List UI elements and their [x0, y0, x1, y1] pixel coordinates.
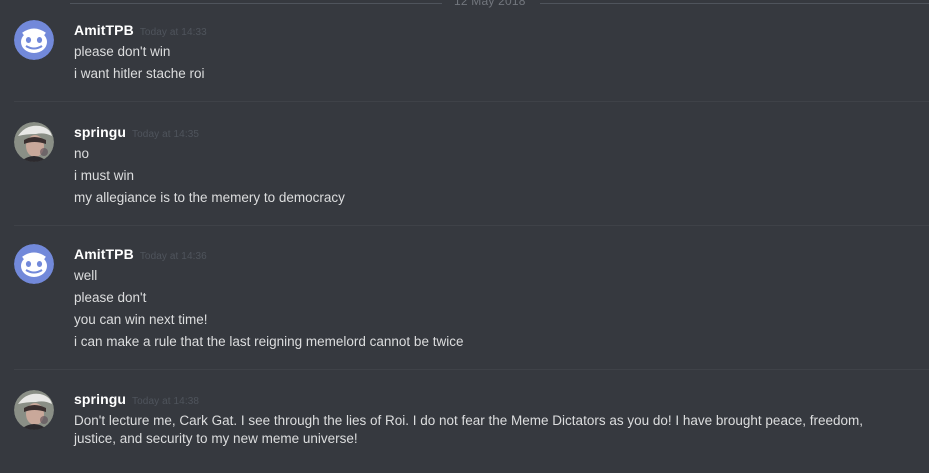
- message-text: well: [74, 268, 98, 283]
- user-photo-avatar[interactable]: [14, 390, 54, 430]
- timestamp: Today at 14:35: [132, 129, 200, 140]
- message-header: AmitTPB Today at 14:33: [74, 22, 207, 40]
- message-text: i want hitler stache roi: [74, 66, 205, 81]
- message-text: please don't win: [74, 44, 171, 59]
- timestamp: Today at 14:33: [139, 27, 207, 38]
- discord-default-avatar-icon[interactable]: [14, 244, 54, 284]
- message-group: AmitTPB Today at 14:36 well please don't …: [0, 226, 929, 370]
- discord-default-avatar-icon[interactable]: [14, 20, 54, 60]
- message-group: AmitTPB Today at 14:33 please don't win i…: [0, 10, 929, 102]
- message-text: you can win next time!: [74, 312, 208, 327]
- timestamp: Today at 14:38: [132, 396, 200, 407]
- message-header: AmitTPB Today at 14:36: [74, 246, 207, 264]
- message-text: i must win: [74, 168, 135, 183]
- username[interactable]: AmitTPB: [74, 22, 134, 38]
- message-header: springu Today at 14:35: [74, 124, 199, 142]
- message-text: my allegiance is to the memery to democr…: [74, 190, 345, 205]
- date-divider: 12 May 2018: [0, 0, 929, 10]
- user-photo-avatar[interactable]: [14, 122, 54, 162]
- message-header: springu Today at 14:38: [74, 391, 199, 409]
- timestamp: Today at 14:36: [139, 251, 207, 262]
- username[interactable]: springu: [74, 124, 126, 140]
- username[interactable]: springu: [74, 391, 126, 407]
- message-group: springu Today at 14:35 no i must win my a…: [0, 102, 929, 226]
- message-text: please don't: [74, 290, 147, 305]
- date-divider-text: 12 May 2018: [454, 0, 526, 8]
- divider-line-right: [540, 3, 929, 4]
- message-text: Don't lecture me, Cark Gat. I see throug…: [74, 413, 863, 446]
- message-text: no: [74, 146, 90, 161]
- message-text: i can make a rule that the last reigning…: [74, 334, 464, 349]
- message-group: springu Today at 14:38 Don't lecture me, …: [0, 370, 929, 473]
- divider-line-left: [70, 3, 442, 4]
- username[interactable]: AmitTPB: [74, 246, 134, 262]
